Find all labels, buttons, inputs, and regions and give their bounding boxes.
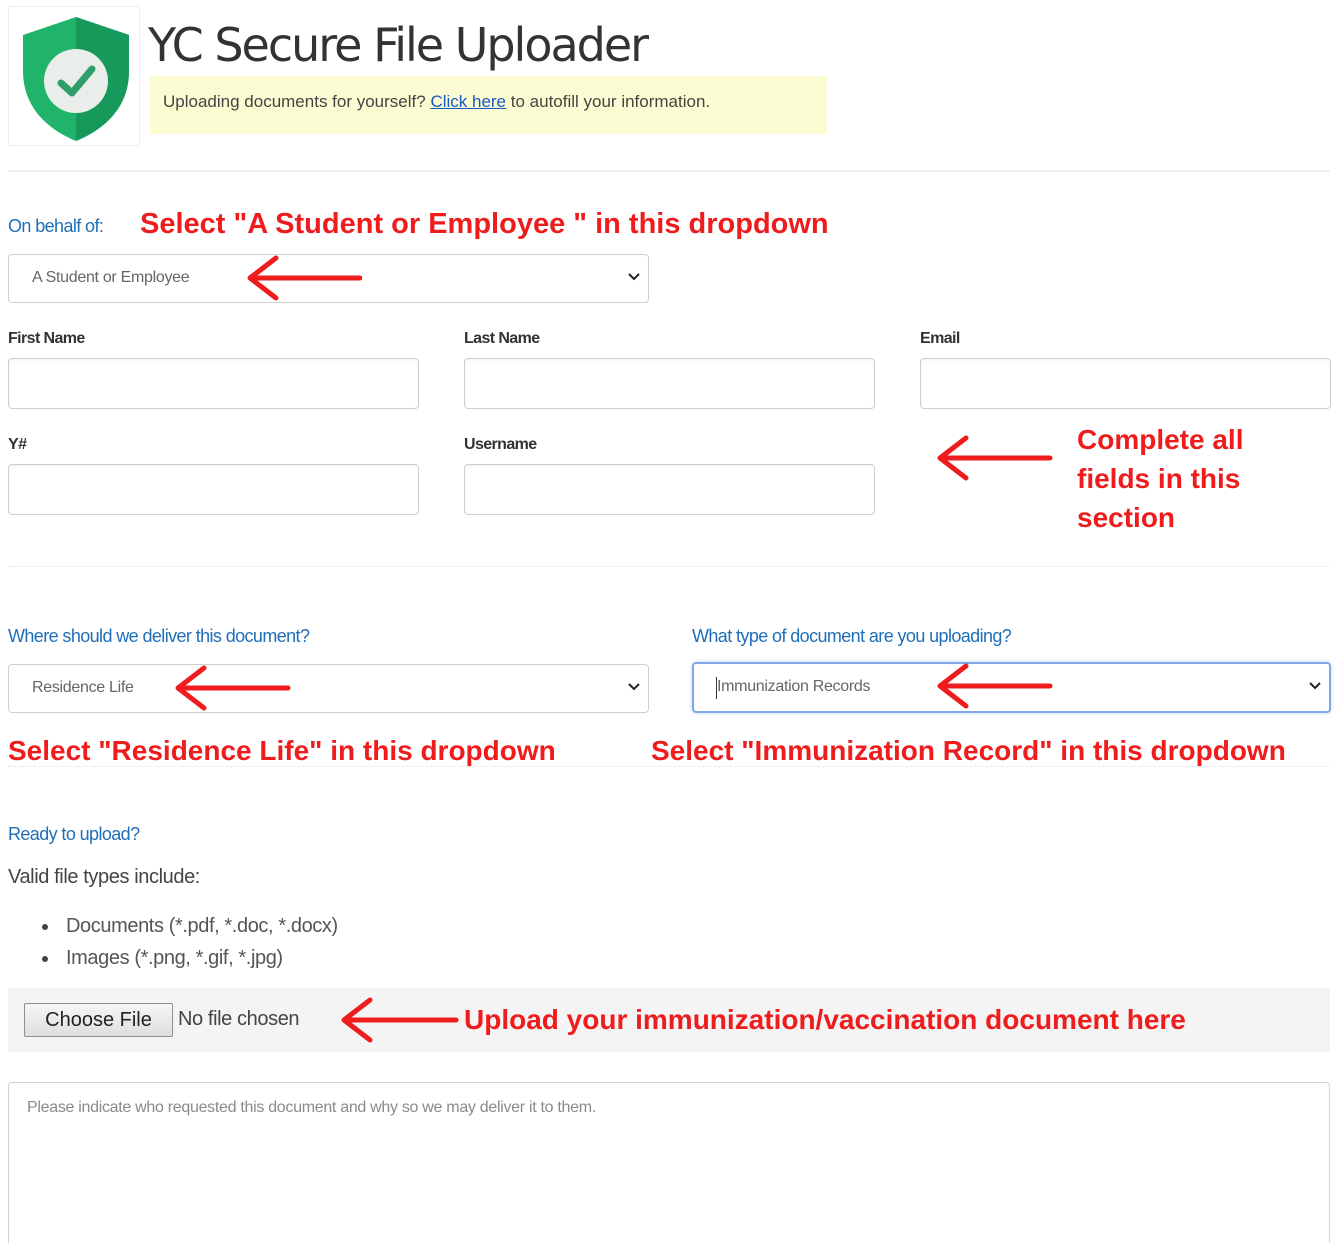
chevron-down-icon [628,683,640,691]
chevron-down-icon [628,273,640,281]
notes-textarea[interactable]: Please indicate who requested this docum… [8,1082,1330,1243]
fields-annotation: Complete all fields in this section [1077,424,1244,533]
app-title: YC Secure File Uploader [148,18,649,72]
behalf-annotation: Select "A Student or Employee " in this … [140,208,829,240]
valid-types-label: Valid file types include: [8,866,200,888]
email-label: Email [920,330,960,347]
autofill-suffix: to autofill your information. [506,92,711,111]
arrow-left-icon [175,665,291,711]
first-name-label: First Name [8,330,85,347]
delivery-label: Where should we deliver this document? [8,626,310,646]
behalf-label: On behalf of: [8,216,104,236]
y-number-input[interactable] [8,464,419,515]
doc-type-annotation: Select "Immunization Record" in this dro… [651,735,1286,766]
upload-annotation: Upload your immunization/vaccination doc… [464,1004,1186,1035]
last-name-label: Last Name [464,330,540,347]
arrow-left-icon [937,435,1053,481]
username-input[interactable] [464,464,875,515]
header-divider [8,170,1330,172]
section-divider [8,766,1330,767]
autofill-link[interactable]: Click here [430,92,506,111]
username-label: Username [464,436,537,453]
shield-check-icon [23,17,129,141]
autofill-prefix: Uploading documents for yourself? [163,92,431,111]
last-name-input[interactable] [464,358,875,409]
delivery-annotation: Select "Residence Life" in this dropdown [8,735,556,766]
delivery-select-value: Residence Life [32,679,134,696]
autofill-banner: Uploading documents for yourself? Click … [150,76,827,134]
upload-heading: Ready to upload? [8,824,140,844]
list-item: Images (*.png, *.gif, *.jpg) [42,942,338,974]
app-logo [8,6,140,146]
arrow-left-icon [937,663,1053,709]
notes-placeholder: Please indicate who requested this docum… [27,1099,596,1116]
behalf-select-value: A Student or Employee [32,269,190,286]
list-item: Documents (*.pdf, *.doc, *.docx) [42,910,338,942]
arrow-left-icon [247,255,362,301]
choose-file-button[interactable]: Choose File [24,1003,173,1037]
chevron-down-icon [1309,682,1321,690]
no-file-text: No file chosen [178,1008,300,1030]
doc-type-select-value: Immunization Records [717,678,871,695]
email-input[interactable] [920,358,1331,409]
first-name-input[interactable] [8,358,419,409]
arrow-left-icon [341,997,459,1043]
doc-type-label: What type of document are you uploading? [692,626,1012,646]
file-types-list: Documents (*.pdf, *.doc, *.docx) Images … [42,910,338,974]
delivery-select[interactable]: Residence Life [8,664,649,713]
section-divider [8,566,1330,567]
y-number-label: Y# [8,436,27,453]
